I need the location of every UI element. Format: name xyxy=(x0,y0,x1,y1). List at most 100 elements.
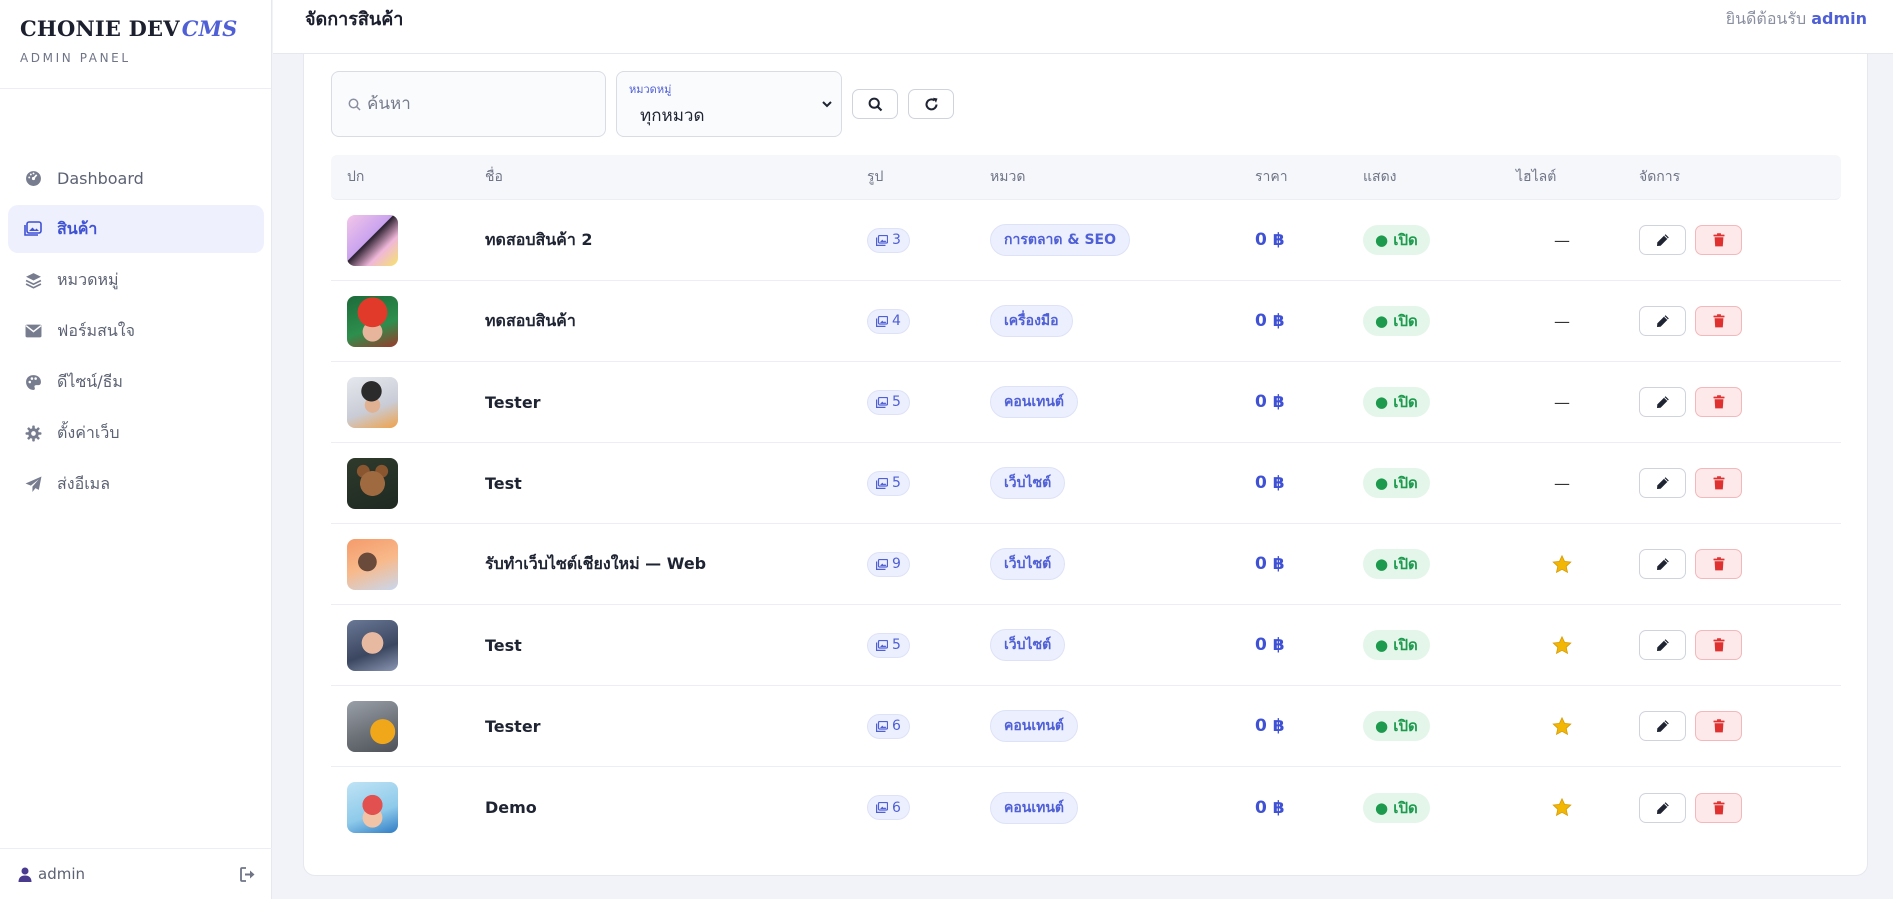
actions-cell xyxy=(1639,630,1819,660)
image-count-badge: 5 xyxy=(867,632,910,658)
image-icon xyxy=(876,558,888,570)
sidebar-item-products[interactable]: สินค้า xyxy=(8,205,264,253)
image-count-badge: 6 xyxy=(867,795,910,820)
sidebar-item-email[interactable]: ส่งอีเมล xyxy=(8,460,264,508)
search-input[interactable] xyxy=(367,94,587,114)
welcome-user: admin xyxy=(1811,9,1867,28)
status-badge[interactable]: ● เปิด xyxy=(1363,792,1430,823)
sidebar-item-dashboard[interactable]: Dashboard xyxy=(8,154,264,202)
actions-cell xyxy=(1639,387,1819,417)
logout-icon[interactable] xyxy=(240,866,256,882)
category-cell: เว็บไซต์ xyxy=(990,629,1255,661)
star-icon[interactable] xyxy=(1516,635,1639,655)
cover-cell xyxy=(331,782,485,833)
show-cell: ● เปิด xyxy=(1363,387,1516,417)
status-badge[interactable]: ● เปิด xyxy=(1363,468,1430,498)
product-thumbnail[interactable] xyxy=(347,538,398,590)
product-name[interactable]: Test xyxy=(485,636,867,655)
image-icon xyxy=(876,802,888,813)
delete-button[interactable] xyxy=(1695,387,1742,417)
highlight-none: — xyxy=(1554,230,1570,250)
category-cell: คอนเทนต์ xyxy=(990,710,1255,742)
edit-button[interactable] xyxy=(1639,387,1686,417)
column-header-price: ราคา xyxy=(1255,169,1288,185)
sidebar-item-categories[interactable]: หมวดหมู่ xyxy=(8,256,264,304)
category-cell: การตลาด & SEO xyxy=(990,224,1255,256)
star-icon[interactable] xyxy=(1516,554,1639,574)
actions-cell xyxy=(1639,549,1819,579)
product-name[interactable]: Tester xyxy=(485,393,867,412)
product-thumbnail[interactable] xyxy=(347,295,398,347)
product-name[interactable]: Tester xyxy=(485,717,867,736)
sidebar-item-settings[interactable]: ตั้งค่าเว็บ xyxy=(8,409,264,457)
product-thumbnail[interactable] xyxy=(347,376,398,428)
product-thumbnail[interactable] xyxy=(347,782,398,833)
sidebar-footer: admin xyxy=(0,848,272,899)
category-select[interactable]: หมวดหมู่ ทุกหมวด xyxy=(616,71,842,137)
product-name[interactable]: รับทำเว็บไซต์เชียงใหม่ — Web xyxy=(485,552,867,577)
star-icon[interactable] xyxy=(1516,798,1639,817)
image-count: 6 xyxy=(892,718,901,734)
star-icon[interactable] xyxy=(1516,716,1639,736)
product-price: 0 ฿ xyxy=(1255,230,1285,250)
product-name[interactable]: Demo xyxy=(485,798,867,817)
category-badge: เครื่องมือ xyxy=(990,305,1073,337)
product-name[interactable]: ทดสอบสินค้า xyxy=(485,309,867,334)
status-badge[interactable]: ● เปิด xyxy=(1363,549,1430,579)
edit-button[interactable] xyxy=(1639,225,1686,255)
price-cell: 0 ฿ xyxy=(1255,635,1363,655)
delete-button[interactable] xyxy=(1695,630,1742,660)
sidebar-item-design[interactable]: ดีไซน์/ธีม xyxy=(8,358,264,406)
delete-button[interactable] xyxy=(1695,711,1742,741)
pencil-icon xyxy=(1656,233,1670,247)
images-cell: 6 xyxy=(867,795,990,820)
image-count: 4 xyxy=(892,313,901,329)
edit-button[interactable] xyxy=(1639,792,1686,823)
product-name[interactable]: ทดสอบสินค้า 2 xyxy=(485,228,867,253)
edit-button[interactable] xyxy=(1639,468,1686,498)
category-badge: เว็บไซต์ xyxy=(990,548,1066,580)
status-badge[interactable]: ● เปิด xyxy=(1363,711,1430,741)
edit-button[interactable] xyxy=(1639,711,1686,741)
product-thumbnail[interactable] xyxy=(347,457,398,509)
images-cell: 9 xyxy=(867,551,990,577)
product-thumbnail[interactable] xyxy=(347,214,398,266)
edit-button[interactable] xyxy=(1639,306,1686,336)
sidebar-item-leads[interactable]: ฟอร์มสนใจ xyxy=(8,307,264,355)
search-icon xyxy=(868,97,883,112)
pencil-icon xyxy=(1656,801,1670,815)
product-thumbnail[interactable] xyxy=(347,700,398,752)
product-thumbnail[interactable] xyxy=(347,619,398,671)
images-cell: 6 xyxy=(867,713,990,739)
delete-button[interactable] xyxy=(1695,225,1742,255)
category-select-label: หมวดหมู่ xyxy=(629,83,672,96)
status-badge[interactable]: ● เปิด xyxy=(1363,225,1430,255)
pencil-icon xyxy=(1656,638,1670,652)
edit-button[interactable] xyxy=(1639,630,1686,660)
price-cell: 0 ฿ xyxy=(1255,392,1363,412)
delete-button[interactable] xyxy=(1695,549,1742,579)
gear-icon xyxy=(23,423,43,443)
actions-cell xyxy=(1639,306,1819,336)
edit-button[interactable] xyxy=(1639,549,1686,579)
delete-button[interactable] xyxy=(1695,306,1742,336)
brand-subtitle: ADMIN PANEL xyxy=(20,51,131,65)
reset-button[interactable] xyxy=(908,89,954,119)
image-icon xyxy=(876,477,888,489)
highlight-none: — xyxy=(1554,392,1570,412)
status-badge[interactable]: ● เปิด xyxy=(1363,630,1430,660)
delete-button[interactable] xyxy=(1695,792,1742,823)
table-row: ทดสอบสินค้า 4 เครื่องมือ 0 ฿ ● เปิด — xyxy=(331,281,1841,362)
category-cell: คอนเทนต์ xyxy=(990,386,1255,418)
status-badge[interactable]: ● เปิด xyxy=(1363,387,1430,417)
show-cell: ● เปิด xyxy=(1363,711,1516,741)
brand: CHONIE DEVCMS ADMIN PANEL xyxy=(0,0,271,89)
status-badge[interactable]: ● เปิด xyxy=(1363,306,1430,336)
product-name[interactable]: Test xyxy=(485,474,867,493)
product-price: 0 ฿ xyxy=(1255,635,1285,655)
delete-button[interactable] xyxy=(1695,468,1742,498)
search-button[interactable] xyxy=(852,89,898,119)
brand-title[interactable]: CHONIE DEVCMS xyxy=(20,16,251,41)
table-row: ทดสอบสินค้า 2 3 การตลาด & SEO 0 ฿ ● เปิด… xyxy=(331,200,1841,281)
image-count: 5 xyxy=(892,637,901,653)
